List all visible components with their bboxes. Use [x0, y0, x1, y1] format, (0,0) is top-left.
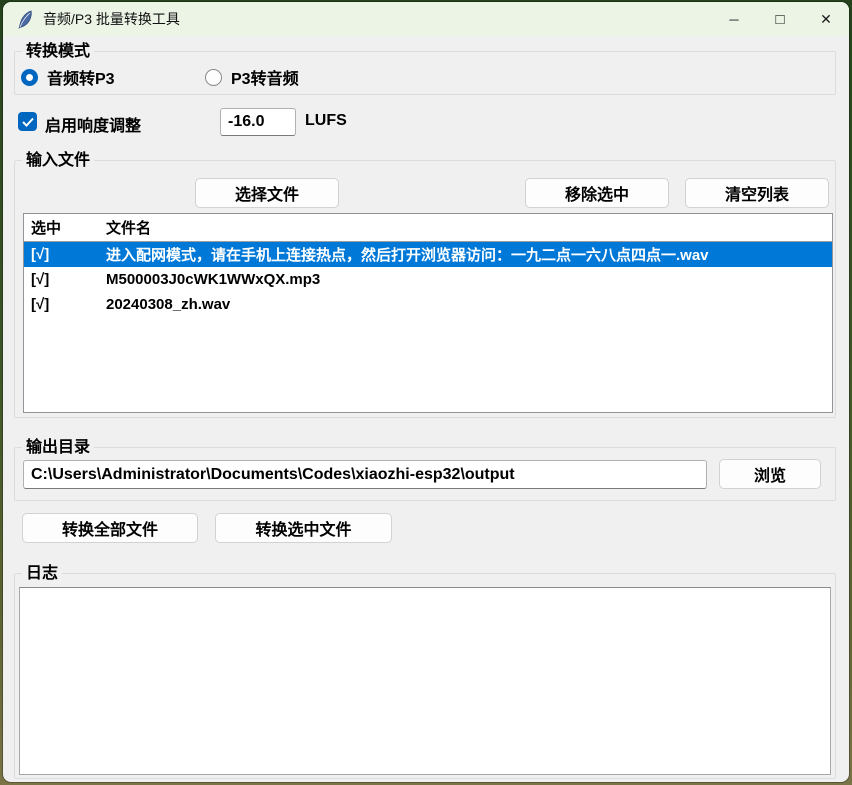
app-window: 音频/P3 批量转换工具 ─ □ ✕ 转换模式 音频转P3 P3转音频 启用响度… [3, 2, 849, 782]
radio-p3-to-audio-label: P3转音频 [231, 65, 299, 89]
checkmark-icon [22, 117, 34, 127]
table-row[interactable]: [√] 进入配网模式，请在手机上连接热点，然后打开浏览器访问：一九二点一六八点四… [24, 242, 832, 267]
titlebar: 音频/P3 批量转换工具 ─ □ ✕ [3, 2, 849, 36]
browse-button[interactable]: 浏览 [719, 459, 821, 489]
radio-unselected-icon [205, 69, 222, 86]
convert-selected-button[interactable]: 转换选中文件 [215, 513, 392, 543]
loudness-value-input[interactable] [220, 108, 296, 136]
row-checked-mark: [√] [24, 296, 106, 313]
minimize-icon[interactable]: ─ [711, 2, 757, 36]
clear-list-button[interactable]: 清空列表 [685, 178, 829, 208]
desktop: { "window": { "title": "音频/P3 批量转换工具" },… [0, 0, 852, 785]
row-checked-mark: [√] [24, 246, 106, 263]
convert-all-button[interactable]: 转换全部文件 [22, 513, 198, 543]
row-filename: M500003J0cWK1WWxQX.mp3 [106, 271, 832, 288]
tk-feather-icon [15, 9, 35, 29]
lufs-unit-label: LUFS [305, 112, 347, 130]
loudness-checkbox[interactable] [18, 112, 37, 131]
file-table: 选中 文件名 [√] 进入配网模式，请在手机上连接热点，然后打开浏览器访问：一九… [23, 213, 833, 413]
output-group-label: 输出目录 [22, 438, 94, 457]
mode-group-label: 转换模式 [22, 42, 94, 61]
table-row[interactable]: [√] 20240308_zh.wav [24, 292, 832, 317]
radio-p3-to-audio[interactable]: P3转音频 [205, 67, 299, 87]
log-groupbox: 日志 [14, 573, 836, 779]
row-checked-mark: [√] [24, 271, 106, 288]
radio-selected-icon [21, 69, 38, 86]
select-files-button[interactable]: 选择文件 [195, 178, 339, 208]
loudness-checkbox-label[interactable]: 启用响度调整 [45, 112, 141, 136]
window-title: 音频/P3 批量转换工具 [43, 9, 180, 29]
input-group-label: 输入文件 [22, 151, 94, 170]
file-table-header: 选中 文件名 [24, 214, 832, 242]
table-row[interactable]: [√] M500003J0cWK1WWxQX.mp3 [24, 267, 832, 292]
output-path-input[interactable] [23, 460, 707, 489]
log-group-label: 日志 [22, 564, 62, 583]
maximize-icon[interactable]: □ [757, 2, 803, 36]
mode-groupbox: 转换模式 音频转P3 P3转音频 [14, 51, 836, 95]
column-header-checked: 选中 [24, 217, 106, 238]
log-textarea[interactable] [19, 587, 831, 775]
radio-audio-to-p3[interactable]: 音频转P3 [21, 67, 115, 87]
row-filename: 进入配网模式，请在手机上连接热点，然后打开浏览器访问：一九二点一六八点四点一.w… [106, 244, 832, 265]
close-icon[interactable]: ✕ [803, 2, 849, 36]
row-filename: 20240308_zh.wav [106, 296, 832, 313]
input-files-groupbox: 输入文件 选择文件 移除选中 清空列表 选中 文件名 [√] 进入配网模式，请在… [14, 160, 836, 418]
radio-audio-to-p3-label: 音频转P3 [47, 65, 115, 89]
output-dir-groupbox: 输出目录 浏览 [14, 447, 836, 501]
column-header-filename: 文件名 [106, 217, 832, 238]
remove-selected-button[interactable]: 移除选中 [525, 178, 669, 208]
